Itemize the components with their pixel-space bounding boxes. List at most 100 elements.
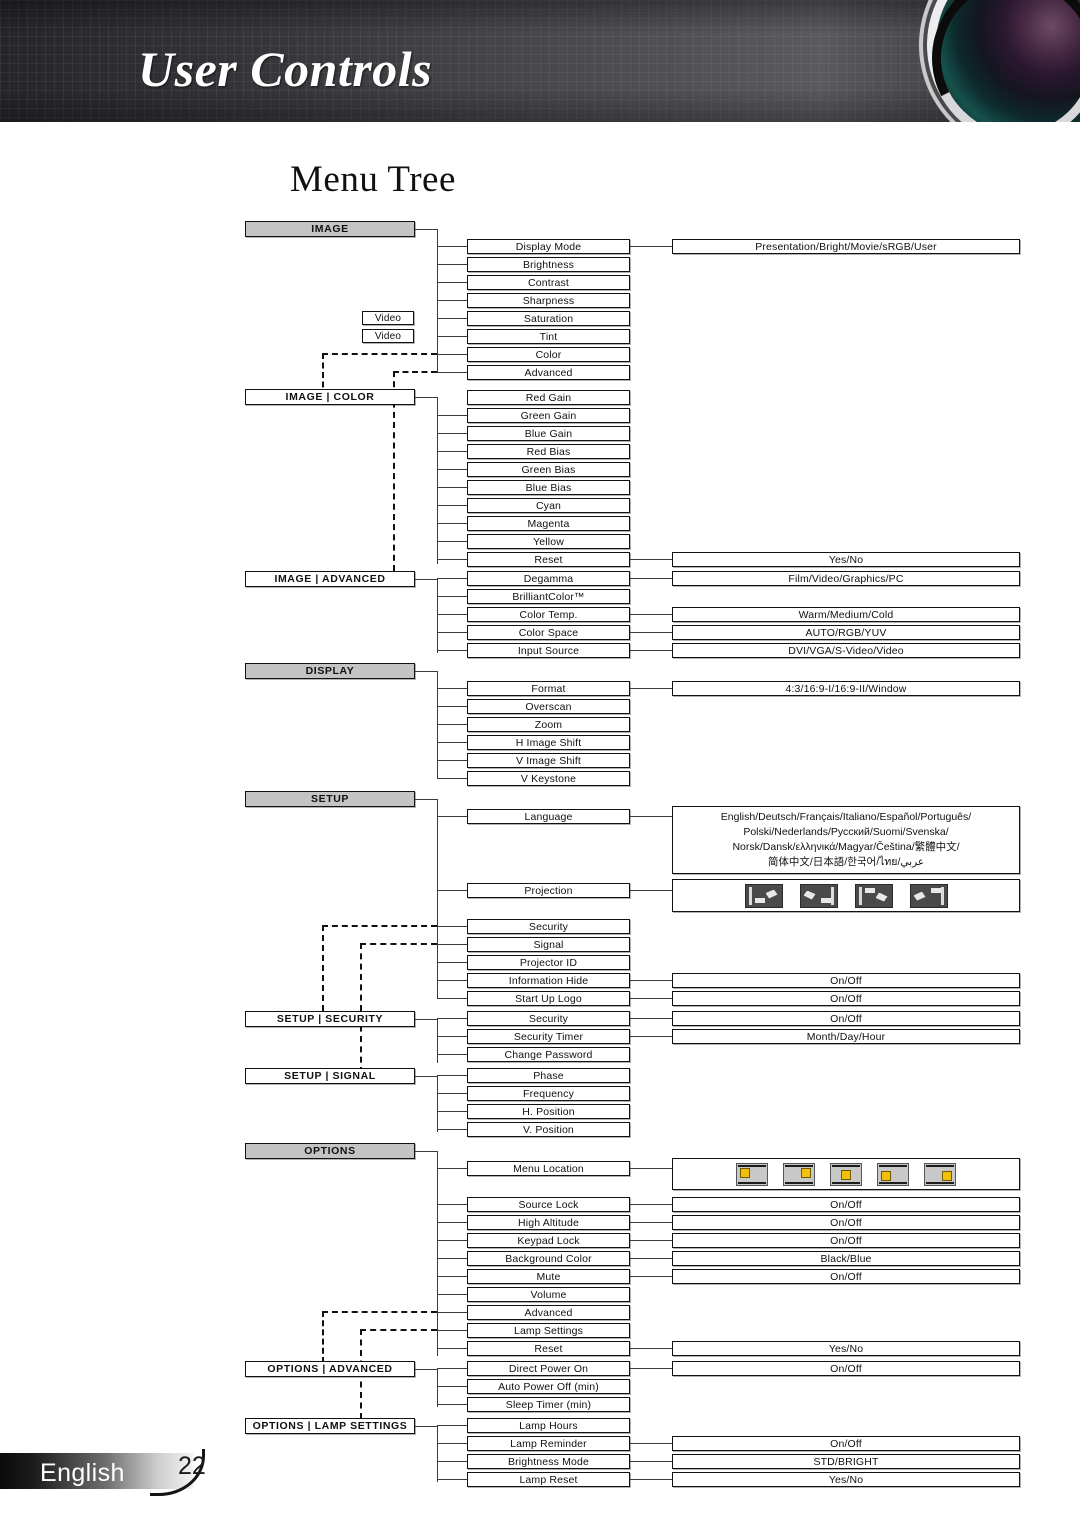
connector: [415, 1076, 437, 1077]
node-item-v-position: V. Position: [467, 1122, 630, 1137]
connector: [437, 944, 467, 945]
node-item-color-temp: Color Temp.: [467, 607, 630, 622]
connector: [630, 1036, 672, 1037]
connector: [630, 1443, 672, 1444]
node-value-keypad-lock: On/Off: [672, 1233, 1020, 1248]
node-value-security: On/Off: [672, 1011, 1020, 1026]
footer-page-number: 22: [178, 1452, 206, 1480]
connector: [630, 1018, 672, 1019]
node-item-tint: Tint: [467, 329, 630, 344]
node-item-red-bias: Red Bias: [467, 444, 630, 459]
node-item-language: Language: [467, 809, 630, 824]
connector: [437, 632, 467, 633]
connector: [630, 650, 672, 651]
node-value-color-reset: Yes/No: [672, 552, 1020, 567]
node-item-degamma: Degamma: [467, 571, 630, 586]
connector: [630, 632, 672, 633]
connector: [437, 742, 467, 743]
connector: [630, 1258, 672, 1259]
node-header-image-color: IMAGE | COLOR: [245, 389, 415, 405]
node-item-contrast: Contrast: [467, 275, 630, 290]
connector: [415, 1426, 437, 1427]
node-header-setup-security: SETUP | SECURITY: [245, 1011, 415, 1027]
connector: [437, 1036, 467, 1037]
connector: [437, 300, 467, 301]
node-item-information-hide: Information Hide: [467, 973, 630, 988]
node-item-sleep-timer: Sleep Timer (min): [467, 1397, 630, 1412]
projection-rear-table-icon: [799, 883, 838, 908]
connector: [437, 1348, 467, 1349]
connector: [437, 926, 467, 927]
connector: [437, 1368, 467, 1369]
node-item-keypad-lock: Keypad Lock: [467, 1233, 630, 1248]
node-item-lamp-hours: Lamp Hours: [467, 1418, 630, 1433]
connector: [437, 469, 467, 470]
connector: [437, 980, 467, 981]
connector: [437, 559, 467, 560]
projection-front-ceiling-icon: [854, 883, 893, 908]
connector: [437, 264, 467, 265]
dashed-connector-color: [322, 353, 437, 355]
node-item-red-gain: Red Gain: [467, 390, 630, 405]
dashed-connector-signal: [360, 943, 437, 945]
node-value-lamp-reset: Yes/No: [672, 1472, 1020, 1487]
node-item-lamp-reset: Lamp Reset: [467, 1472, 630, 1487]
projection-mode-icons: [672, 879, 1020, 912]
node-item-sharpness: Sharpness: [467, 293, 630, 308]
node-value-options-reset: Yes/No: [672, 1341, 1020, 1356]
menu-location-top-left-icon: [736, 1162, 768, 1186]
connector: [630, 578, 672, 579]
connector: [437, 1330, 467, 1331]
connector: [437, 1258, 467, 1259]
connector: [437, 1222, 467, 1223]
node-value-brightness-mode: STD/BRIGHT: [672, 1454, 1020, 1469]
menu-location-icons: [672, 1158, 1020, 1190]
node-item-input-source: Input Source: [467, 643, 630, 658]
node-item-brilliantcolor: BrilliantColor™: [467, 589, 630, 604]
connector: [437, 433, 467, 434]
connector: [437, 998, 467, 999]
connector: [630, 1368, 672, 1369]
node-value-degamma: Film/Video/Graphics/PC: [672, 571, 1020, 586]
connector: [415, 671, 437, 672]
connector: [437, 246, 467, 247]
connector: [437, 962, 467, 963]
node-value-lamp-reminder: On/Off: [672, 1436, 1020, 1451]
node-item-change-password: Change Password: [467, 1047, 630, 1062]
menu-location-top-right-icon: [783, 1162, 815, 1186]
connector: [437, 318, 467, 319]
node-value-start-up-logo: On/Off: [672, 991, 1020, 1006]
dashed-connector-advanced: [393, 371, 437, 373]
projection-rear-ceiling-icon: [909, 883, 948, 908]
menu-tree-diagram: IMAGE Display Mode Brightness Contrast S…: [0, 0, 1080, 1532]
node-item-source-lock: Source Lock: [467, 1197, 630, 1212]
connector: [630, 1348, 672, 1349]
connector: [630, 998, 672, 999]
node-item-lamp-settings: Lamp Settings: [467, 1323, 630, 1338]
connector: [437, 614, 467, 615]
connector: [437, 1276, 467, 1277]
node-item-v-keystone: V Keystone: [467, 771, 630, 786]
connector: [437, 799, 438, 999]
node-item-yellow: Yellow: [467, 534, 630, 549]
node-item-blue-gain: Blue Gain: [467, 426, 630, 441]
connector: [437, 541, 467, 542]
dashed-connector-signal: [360, 943, 362, 1073]
node-item-green-bias: Green Bias: [467, 462, 630, 477]
connector: [630, 1168, 672, 1169]
node-item-overscan: Overscan: [467, 699, 630, 714]
connector: [437, 372, 467, 373]
connector: [437, 1168, 467, 1169]
node-item-security: Security: [467, 919, 630, 934]
node-header-options-lamp-settings: OPTIONS | LAMP SETTINGS: [245, 1418, 415, 1434]
connector: [415, 229, 437, 230]
connector: [437, 1075, 467, 1076]
node-item-options-reset: Reset: [467, 1341, 630, 1356]
connector: [437, 706, 467, 707]
connector: [437, 778, 467, 779]
connector: [437, 1425, 467, 1426]
connector: [437, 1240, 467, 1241]
node-tag-video-tint: Video: [362, 329, 414, 343]
connector: [415, 1019, 437, 1020]
connector: [437, 1111, 467, 1112]
